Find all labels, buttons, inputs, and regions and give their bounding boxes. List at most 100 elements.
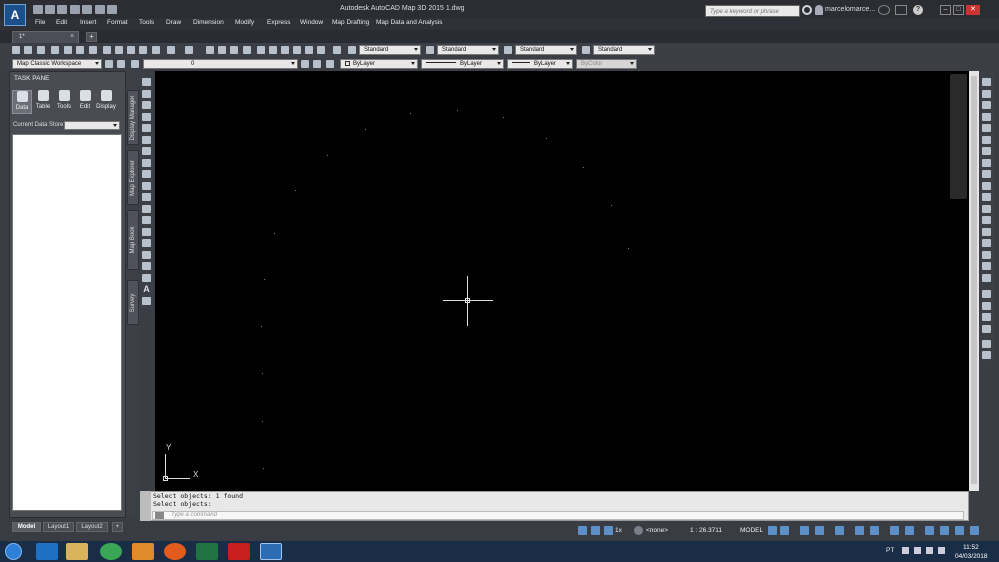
copy-icon[interactable] xyxy=(115,46,123,54)
rectangle-icon[interactable] xyxy=(142,124,151,132)
exchange-icon[interactable] xyxy=(878,5,890,15)
chamfer-icon[interactable] xyxy=(982,239,991,247)
side-tab-survey[interactable]: Survey xyxy=(127,280,139,325)
menu-window[interactable]: Window xyxy=(300,19,323,26)
menu-map-drafting[interactable]: Map Drafting xyxy=(332,19,369,26)
tab-close-icon[interactable]: × xyxy=(70,33,74,40)
workspace-select[interactable]: Map Classic Workspace xyxy=(12,59,102,69)
side-tab-map-book[interactable]: Map Book xyxy=(127,210,139,270)
open-file-icon[interactable] xyxy=(45,5,55,14)
grid-display-icon[interactable] xyxy=(768,526,777,535)
input-language[interactable]: PT xyxy=(886,547,894,554)
menu-express[interactable]: Express xyxy=(267,19,290,26)
file-explorer-icon[interactable] xyxy=(66,543,88,560)
match-properties-icon[interactable] xyxy=(139,46,147,54)
snap-icon[interactable] xyxy=(591,526,600,535)
make-block-icon[interactable] xyxy=(142,216,151,224)
scale-icon[interactable] xyxy=(982,159,991,167)
menu-format[interactable]: Format xyxy=(107,19,128,26)
new-file-icon[interactable] xyxy=(33,5,43,14)
zoom-previous-icon[interactable] xyxy=(243,46,251,54)
text-to-front-icon[interactable] xyxy=(982,340,991,348)
extend-icon[interactable] xyxy=(982,193,991,201)
tab-display[interactable]: Display xyxy=(96,90,116,114)
break-at-point-icon[interactable] xyxy=(982,205,991,213)
layer-manager-icon[interactable] xyxy=(117,60,125,68)
internet-explorer-icon[interactable] xyxy=(36,543,58,560)
user-name[interactable]: marcelomarce... xyxy=(825,6,875,13)
map-scale[interactable]: 1 : 26.3711 xyxy=(690,525,722,536)
clock-time[interactable]: 11:52 xyxy=(963,544,979,551)
menu-dimension[interactable]: Dimension xyxy=(193,19,224,26)
dimension-style-select[interactable]: Standard xyxy=(437,45,499,55)
workspace-switch-icon[interactable] xyxy=(905,526,914,535)
fillet-icon[interactable] xyxy=(982,251,991,259)
stretch-icon[interactable] xyxy=(982,170,991,178)
move-icon[interactable] xyxy=(982,136,991,144)
plotstyle-select[interactable]: ByColor xyxy=(576,59,637,69)
search-input[interactable]: Type a keyword or phrase xyxy=(705,5,800,17)
tab-new-layout[interactable]: + xyxy=(112,522,123,532)
design-center-icon[interactable] xyxy=(269,46,277,54)
linetype-select[interactable]: ByLayer xyxy=(421,59,504,69)
acrobat-icon[interactable] xyxy=(228,543,250,560)
gradient-icon[interactable] xyxy=(142,251,151,259)
minimize-button[interactable]: – xyxy=(940,5,951,15)
ellipse-arc-icon[interactable] xyxy=(142,193,151,201)
undo-icon[interactable] xyxy=(70,5,80,14)
revision-cloud-icon[interactable] xyxy=(142,159,151,167)
point-icon[interactable] xyxy=(142,228,151,236)
network-icon[interactable] xyxy=(926,547,933,554)
tray-expand-icon[interactable] xyxy=(902,547,909,554)
redo-icon[interactable] xyxy=(82,5,92,14)
line-icon[interactable] xyxy=(142,78,151,86)
globe-icon[interactable] xyxy=(634,526,643,535)
mirror-icon[interactable] xyxy=(982,101,991,109)
tab-layout1[interactable]: Layout1 xyxy=(43,522,74,532)
cut-icon[interactable] xyxy=(103,46,111,54)
paste-icon[interactable] xyxy=(127,46,135,54)
maximize-button[interactable]: □ xyxy=(953,5,964,15)
zoom-realtime-icon[interactable] xyxy=(218,46,226,54)
trim-icon[interactable] xyxy=(982,182,991,190)
multiline-text-icon[interactable]: A xyxy=(142,285,151,294)
clean-screen-icon[interactable] xyxy=(955,526,964,535)
tab-data[interactable]: Data xyxy=(12,90,32,114)
volume-icon[interactable] xyxy=(914,547,921,554)
menu-draw[interactable]: Draw xyxy=(166,19,181,26)
help-icon[interactable] xyxy=(333,46,341,54)
blend-curves-icon[interactable] xyxy=(982,262,991,270)
side-tab-display-manager[interactable]: Display Manager xyxy=(127,90,139,145)
insert-block-icon[interactable] xyxy=(142,205,151,213)
explode-icon[interactable] xyxy=(982,274,991,282)
command-line-handle[interactable] xyxy=(140,491,151,521)
arc-icon[interactable] xyxy=(142,136,151,144)
polyline-icon[interactable] xyxy=(142,101,151,109)
properties-icon[interactable] xyxy=(257,46,265,54)
ortho-icon[interactable] xyxy=(800,526,809,535)
snap-mode-icon[interactable] xyxy=(780,526,789,535)
excel-icon[interactable] xyxy=(196,543,218,560)
block-editor-icon[interactable] xyxy=(152,46,160,54)
tab-model[interactable]: Model xyxy=(12,522,41,532)
region-icon[interactable] xyxy=(142,262,151,270)
publish-icon[interactable] xyxy=(76,46,84,54)
circle-icon[interactable] xyxy=(142,147,151,155)
media-player-icon[interactable] xyxy=(132,543,154,560)
chrome-icon[interactable] xyxy=(100,543,122,560)
close-button[interactable]: ✕ xyxy=(966,5,980,15)
navigation-bar[interactable] xyxy=(950,74,967,199)
clock-date[interactable]: 04/03/2018 xyxy=(955,553,988,560)
plot-icon[interactable] xyxy=(95,5,105,14)
table-style-icon[interactable] xyxy=(504,46,512,54)
menu-insert[interactable]: Insert xyxy=(80,19,96,26)
tool-palettes-icon[interactable] xyxy=(281,46,289,54)
annotation-scale-icon[interactable] xyxy=(604,526,613,535)
tab-layout2[interactable]: Layout2 xyxy=(76,522,108,532)
side-tab-map-explorer[interactable]: Map Explorer xyxy=(127,150,139,205)
coordinate-system[interactable]: <none> xyxy=(646,525,668,536)
application-menu-button[interactable]: A xyxy=(4,4,26,26)
hardware-acceleration-icon[interactable] xyxy=(940,526,949,535)
text-style-icon[interactable] xyxy=(348,46,356,54)
scrollbar-thumb[interactable] xyxy=(971,76,977,484)
